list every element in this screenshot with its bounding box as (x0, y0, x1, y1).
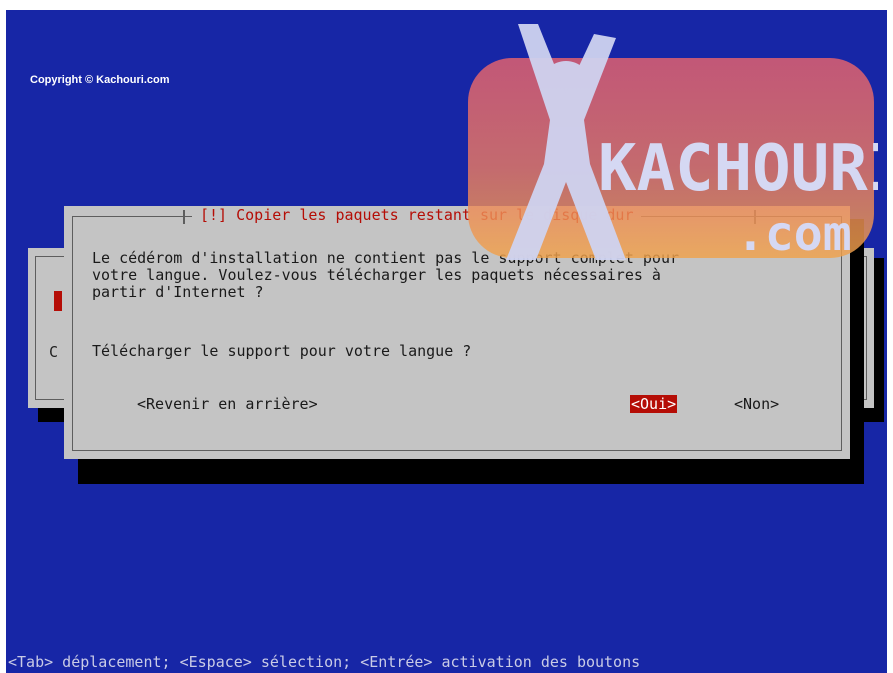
yes-button[interactable]: <Oui> (630, 395, 678, 413)
message-line: votre langue. Voulez-vous télécharger le… (92, 266, 661, 284)
dialog-question: Télécharger le support pour votre langue… (92, 342, 472, 360)
logo-text: KACHOURI (598, 132, 878, 206)
go-back-button[interactable]: <Revenir en arrière> (136, 395, 319, 413)
title-left-tick (183, 210, 185, 224)
keyboard-help: <Tab> déplacement; <Espace> sélection; <… (8, 653, 641, 671)
logo-domain: .com (736, 206, 852, 260)
background-selection-marker (54, 291, 62, 311)
no-button[interactable]: <Non> (733, 395, 780, 413)
background-dialog-letter: C (49, 343, 59, 361)
installer-screen: Copyright © Kachouri.com C [!] Copier le… (6, 10, 887, 673)
kachouri-logo: KACHOURI .com (468, 24, 878, 260)
message-line: partir d'Internet ? (92, 283, 264, 301)
background-dialog-shadow-right (874, 258, 884, 422)
copyright-text: Copyright © Kachouri.com (30, 74, 170, 86)
